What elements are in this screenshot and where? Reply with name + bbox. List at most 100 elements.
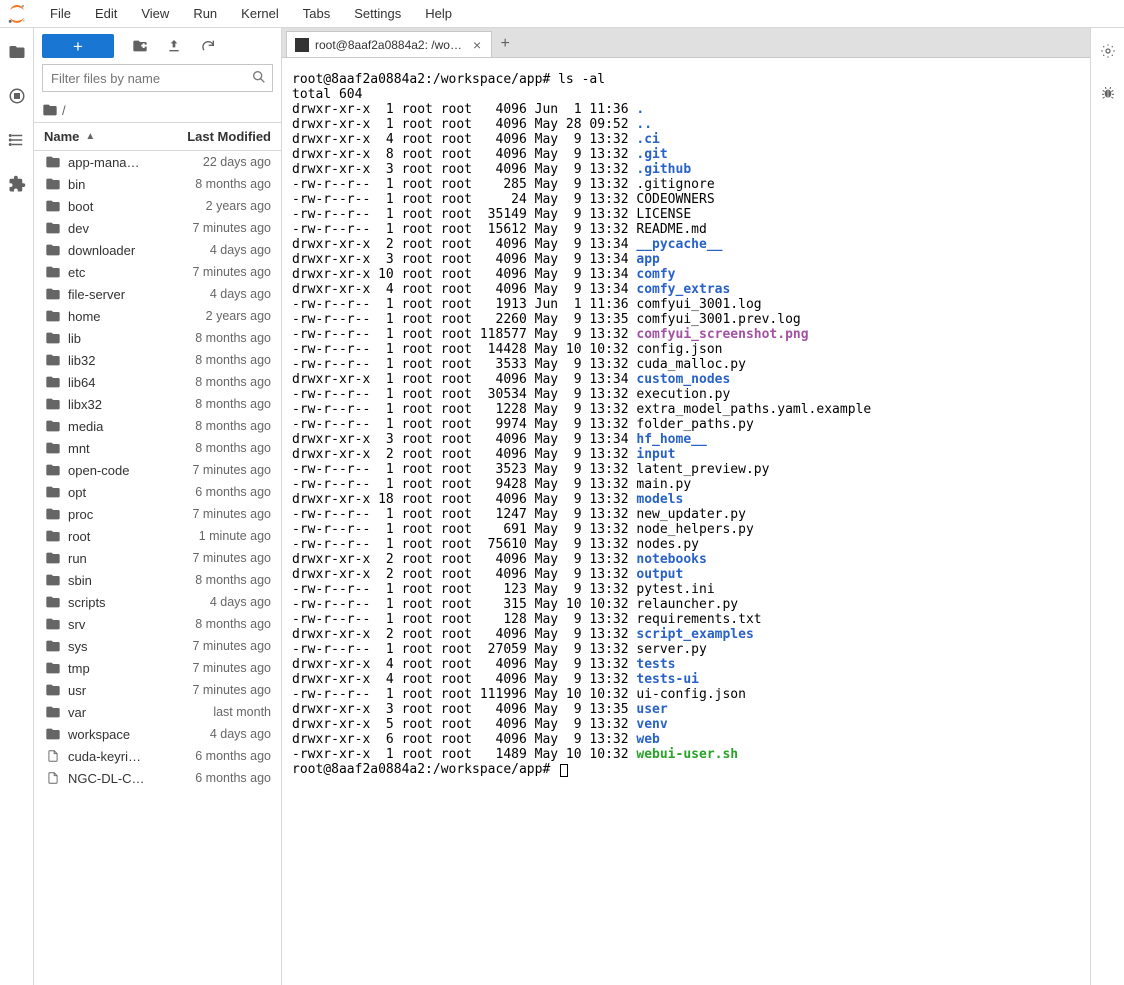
file-row[interactable]: workspace4 days ago xyxy=(34,723,281,745)
upload-icon[interactable] xyxy=(166,38,182,54)
column-modified[interactable]: Last Modified xyxy=(171,123,281,150)
file-row[interactable]: mnt8 months ago xyxy=(34,437,281,459)
file-row[interactable]: run7 minutes ago xyxy=(34,547,281,569)
file-modified: 6 months ago xyxy=(161,771,271,785)
file-browser: + / Name▲ Last Modified app-mana…22 days… xyxy=(34,28,282,985)
file-modified: 2 years ago xyxy=(161,199,271,213)
folder-icon xyxy=(44,396,62,412)
file-row[interactable]: NGC-DL-C…6 months ago xyxy=(34,767,281,789)
tab-terminal[interactable]: root@8aaf2a0884a2: /works × xyxy=(286,31,492,57)
folder-icon xyxy=(44,638,62,654)
file-row[interactable]: libx328 months ago xyxy=(34,393,281,415)
file-name: cuda-keyri… xyxy=(68,749,161,764)
file-icon xyxy=(44,748,62,764)
running-icon[interactable] xyxy=(7,86,27,106)
extensions-icon[interactable] xyxy=(7,174,27,194)
file-name: libx32 xyxy=(68,397,161,412)
file-row[interactable]: file-server4 days ago xyxy=(34,283,281,305)
file-row[interactable]: sys7 minutes ago xyxy=(34,635,281,657)
file-row[interactable]: app-mana…22 days ago xyxy=(34,151,281,173)
file-modified: 7 minutes ago xyxy=(161,551,271,565)
file-modified: 7 minutes ago xyxy=(161,661,271,675)
file-icon xyxy=(44,770,62,786)
menu-settings[interactable]: Settings xyxy=(342,2,413,25)
file-modified: 7 minutes ago xyxy=(161,463,271,477)
file-row[interactable]: home2 years ago xyxy=(34,305,281,327)
terminal-cursor xyxy=(560,764,568,777)
debugger-icon[interactable] xyxy=(1099,84,1117,102)
file-list-header: Name▲ Last Modified xyxy=(34,122,281,151)
file-name: workspace xyxy=(68,727,161,742)
menu-file[interactable]: File xyxy=(38,2,83,25)
file-row[interactable]: opt6 months ago xyxy=(34,481,281,503)
file-row[interactable]: proc7 minutes ago xyxy=(34,503,281,525)
add-tab-button[interactable]: + xyxy=(492,31,518,57)
file-modified: 22 days ago xyxy=(161,155,271,169)
file-row[interactable]: scripts4 days ago xyxy=(34,591,281,613)
refresh-icon[interactable] xyxy=(200,38,216,54)
file-row[interactable]: downloader4 days ago xyxy=(34,239,281,261)
property-inspector-icon[interactable] xyxy=(1099,42,1117,60)
file-row[interactable]: sbin8 months ago xyxy=(34,569,281,591)
file-row[interactable]: varlast month xyxy=(34,701,281,723)
file-row[interactable]: lib328 months ago xyxy=(34,349,281,371)
file-row[interactable]: root1 minute ago xyxy=(34,525,281,547)
new-launcher-button[interactable]: + xyxy=(42,34,114,58)
file-row[interactable]: usr7 minutes ago xyxy=(34,679,281,701)
file-row[interactable]: dev7 minutes ago xyxy=(34,217,281,239)
sort-asc-icon: ▲ xyxy=(85,131,95,142)
folder-icon xyxy=(44,264,62,280)
folder-icon[interactable] xyxy=(7,42,27,62)
file-modified: 4 days ago xyxy=(161,727,271,741)
file-name: var xyxy=(68,705,161,720)
file-row[interactable]: lib648 months ago xyxy=(34,371,281,393)
file-row[interactable]: etc7 minutes ago xyxy=(34,261,281,283)
file-modified: 2 years ago xyxy=(161,309,271,323)
menu-edit[interactable]: Edit xyxy=(83,2,129,25)
file-modified: 6 months ago xyxy=(161,749,271,763)
file-name: NGC-DL-C… xyxy=(68,771,161,786)
file-modified: 8 months ago xyxy=(161,573,271,587)
new-folder-icon[interactable] xyxy=(132,38,148,54)
file-row[interactable]: media8 months ago xyxy=(34,415,281,437)
file-name: open-code xyxy=(68,463,161,478)
file-name: file-server xyxy=(68,287,161,302)
folder-icon xyxy=(44,616,62,632)
menu-help[interactable]: Help xyxy=(413,2,464,25)
file-modified: 7 minutes ago xyxy=(161,265,271,279)
file-row[interactable]: bin8 months ago xyxy=(34,173,281,195)
file-row[interactable]: tmp7 minutes ago xyxy=(34,657,281,679)
tab-bar: root@8aaf2a0884a2: /works × + xyxy=(282,28,1090,58)
close-icon[interactable]: × xyxy=(471,38,483,52)
breadcrumb-path: / xyxy=(62,103,66,118)
folder-icon xyxy=(44,528,62,544)
file-modified: 4 days ago xyxy=(161,243,271,257)
file-row[interactable]: cuda-keyri…6 months ago xyxy=(34,745,281,767)
file-name: home xyxy=(68,309,161,324)
breadcrumb[interactable]: / xyxy=(34,98,281,122)
filter-input[interactable] xyxy=(42,64,273,92)
file-name: lib64 xyxy=(68,375,161,390)
file-modified: 4 days ago xyxy=(161,287,271,301)
toc-icon[interactable] xyxy=(7,130,27,150)
folder-icon xyxy=(44,418,62,434)
terminal-output[interactable]: root@8aaf2a0884a2:/workspace/app# ls -al… xyxy=(282,58,1090,985)
file-name: bin xyxy=(68,177,161,192)
menu-view[interactable]: View xyxy=(129,2,181,25)
file-name: proc xyxy=(68,507,161,522)
file-row[interactable]: lib8 months ago xyxy=(34,327,281,349)
file-row[interactable]: srv8 months ago xyxy=(34,613,281,635)
terminal-icon xyxy=(295,38,309,52)
file-name: downloader xyxy=(68,243,161,258)
file-name: sys xyxy=(68,639,161,654)
folder-icon xyxy=(44,682,62,698)
menu-run[interactable]: Run xyxy=(181,2,229,25)
menu-tabs[interactable]: Tabs xyxy=(291,2,342,25)
menu-kernel[interactable]: Kernel xyxy=(229,2,291,25)
file-modified: 1 minute ago xyxy=(161,529,271,543)
file-row[interactable]: boot2 years ago xyxy=(34,195,281,217)
left-activity-bar xyxy=(0,28,34,985)
column-name[interactable]: Name▲ xyxy=(34,123,171,150)
file-name: scripts xyxy=(68,595,161,610)
file-row[interactable]: open-code7 minutes ago xyxy=(34,459,281,481)
